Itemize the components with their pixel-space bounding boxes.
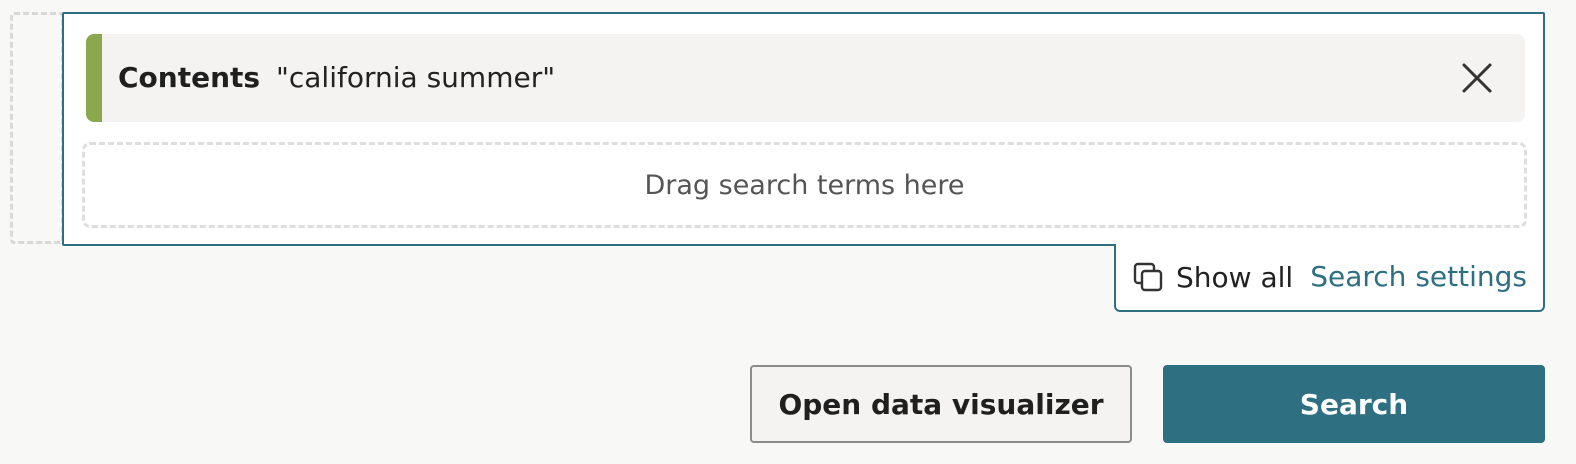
search-settings-link[interactable]: Search settings — [1310, 244, 1527, 310]
show-all-button[interactable]: Show all — [1132, 244, 1293, 310]
term-field-label: Contents — [118, 61, 261, 94]
drop-zone-text: Drag search terms here — [644, 169, 965, 201]
search-options-bar: Show all Search settings — [1114, 244, 1545, 312]
query-builder: Contents "california summer" Drag search… — [62, 12, 1545, 246]
search-term-chip[interactable]: Contents "california summer" — [86, 34, 1525, 122]
close-icon[interactable] — [1459, 60, 1495, 96]
open-data-visualizer-button[interactable]: Open data visualizer — [750, 365, 1132, 443]
copy-icon — [1133, 262, 1163, 292]
term-accent-bar — [86, 34, 102, 122]
term-value: "california summer" — [276, 61, 556, 94]
search-button[interactable]: Search — [1163, 365, 1545, 443]
side-drop-zone[interactable] — [10, 12, 64, 244]
show-all-label: Show all — [1176, 260, 1294, 294]
term-drop-zone[interactable]: Drag search terms here — [82, 142, 1527, 228]
